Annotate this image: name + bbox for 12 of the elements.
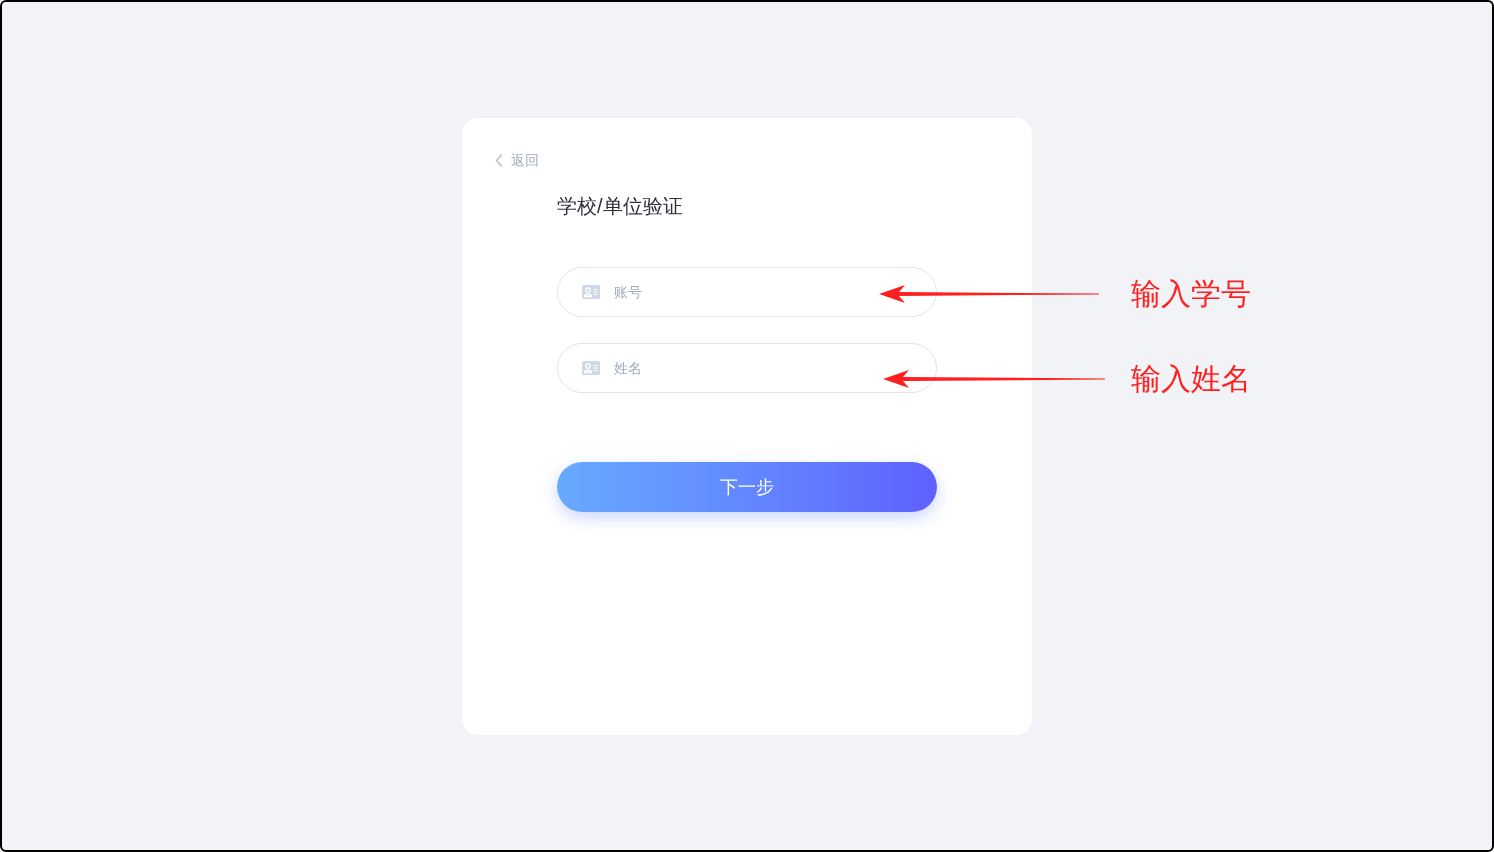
contact-card-icon xyxy=(582,361,600,375)
contact-card-icon xyxy=(582,285,600,299)
annotation-label: 输入姓名 xyxy=(1131,361,1251,397)
back-link[interactable]: 返回 xyxy=(495,150,539,170)
input-field[interactable]: 账号 xyxy=(557,267,937,317)
arrow-icon xyxy=(883,369,1105,389)
annotation-label: 输入学号 xyxy=(1131,276,1251,312)
page-title: 学校/单位验证 xyxy=(557,194,683,219)
arrow-icon xyxy=(879,284,1099,304)
input-field[interactable]: 姓名 xyxy=(557,343,937,393)
chevron-left-icon xyxy=(495,153,503,167)
next-step-button[interactable]: 下一步 xyxy=(557,462,937,512)
